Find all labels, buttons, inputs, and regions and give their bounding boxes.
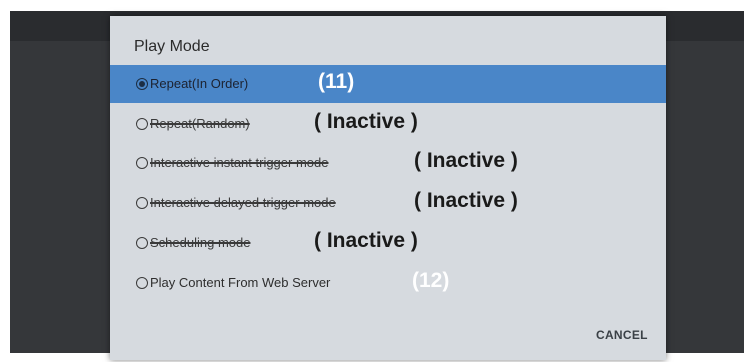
- annotation-label: ( Inactive ): [314, 229, 418, 252]
- play-mode-dialog: Play Mode Repeat(In Order) (11) Repeat(R…: [110, 16, 666, 360]
- radio-checked-icon[interactable]: [136, 78, 148, 90]
- option-label: Interactive delayed trigger mode: [150, 195, 336, 210]
- cancel-button[interactable]: CANCEL: [596, 328, 648, 342]
- annotation-label: ( Inactive ): [414, 149, 518, 172]
- annotation-label: (12): [412, 269, 450, 292]
- radio-unchecked-icon[interactable]: [136, 118, 148, 130]
- option-repeat-in-order[interactable]: Repeat(In Order) (11): [110, 65, 666, 103]
- radio-unchecked-icon[interactable]: [136, 197, 148, 209]
- option-label: Scheduling mode: [150, 235, 251, 250]
- radio-unchecked-icon[interactable]: [136, 237, 148, 249]
- option-label: Repeat(In Order): [150, 76, 249, 91]
- option-web-server[interactable]: Play Content From Web Server (12): [110, 264, 666, 302]
- annotation-label: ( Inactive ): [414, 189, 518, 212]
- option-label: Interactive instant trigger mode: [150, 155, 329, 170]
- option-interactive-instant[interactable]: Interactive instant trigger mode ( Inact…: [110, 144, 666, 182]
- option-interactive-delayed[interactable]: Interactive delayed trigger mode ( Inact…: [110, 184, 666, 222]
- option-label: Play Content From Web Server: [150, 275, 331, 290]
- option-scheduling-mode[interactable]: Scheduling mode ( Inactive ): [110, 224, 666, 262]
- annotation-label: ( Inactive ): [314, 110, 418, 133]
- annotation-label: (11): [318, 70, 355, 93]
- option-label: Repeat(Random): [150, 116, 250, 131]
- radio-unchecked-icon[interactable]: [136, 277, 148, 289]
- option-repeat-random[interactable]: Repeat(Random) ( Inactive ): [110, 105, 666, 143]
- dialog-title: Play Mode: [134, 38, 210, 55]
- radio-unchecked-icon[interactable]: [136, 157, 148, 169]
